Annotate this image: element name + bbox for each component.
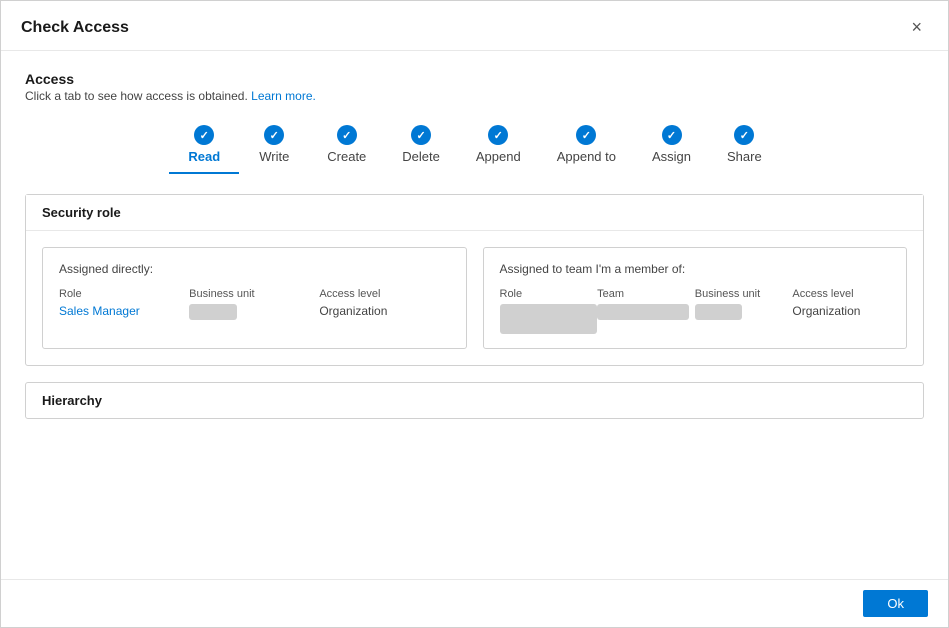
assigned-team-title: Assigned to team I'm a member of: [500, 262, 891, 276]
bu-value: can731 [189, 304, 236, 320]
col-bu: can731 [189, 304, 319, 320]
assigned-team-header: Role Team Business unit Access level [500, 288, 891, 300]
col-role: Sales Manager [59, 304, 189, 318]
tab-create[interactable]: Create [309, 119, 384, 174]
hierarchy-panel: Hierarchy [25, 382, 924, 419]
col-header-bu: Business unit [189, 288, 319, 300]
check-access-dialog: Check Access × Access Click a tab to see… [0, 0, 949, 628]
col-role-team: Common Data Servi... [500, 304, 598, 334]
assigned-team-card: Assigned to team I'm a member of: Role T… [483, 247, 908, 349]
tab-append-icon [488, 125, 508, 145]
tab-read[interactable]: Read [169, 119, 239, 174]
team-role-value: Common Data Servi... [500, 304, 598, 334]
learn-more-link[interactable]: Learn more. [251, 89, 316, 103]
tab-share-icon [734, 125, 754, 145]
table-row: Common Data Servi... test group team can… [500, 304, 891, 334]
col-header-team: Team [597, 288, 695, 300]
tab-delete[interactable]: Delete [384, 119, 458, 174]
tab-delete-icon [411, 125, 431, 145]
col-header-access-team: Access level [792, 288, 890, 300]
col-header-role-team: Role [500, 288, 598, 300]
ok-button[interactable]: Ok [863, 590, 928, 617]
assigned-team-table: Role Team Business unit Access level Com… [500, 288, 891, 334]
table-row: Sales Manager can731 Organization [59, 304, 450, 320]
tab-read-icon [194, 125, 214, 145]
team-bu-value: can731 [695, 304, 742, 320]
tab-share[interactable]: Share [709, 119, 780, 174]
assigned-directly-title: Assigned directly: [59, 262, 450, 276]
col-header-bu-team: Business unit [695, 288, 793, 300]
col-header-role: Role [59, 288, 189, 300]
dialog-title: Check Access [21, 19, 129, 37]
col-access-team: Organization [792, 304, 890, 318]
tab-assign-icon [662, 125, 682, 145]
close-button[interactable]: × [905, 15, 928, 40]
col-header-access: Access level [319, 288, 449, 300]
tab-append[interactable]: Append [458, 119, 539, 174]
tab-assign[interactable]: Assign [634, 119, 709, 174]
dialog-footer: Ok [1, 579, 948, 627]
col-access: Organization [319, 304, 449, 318]
access-subtitle: Click a tab to see how access is obtaine… [25, 89, 924, 103]
tab-append-to-icon [576, 125, 596, 145]
role-link[interactable]: Sales Manager [59, 304, 140, 318]
tab-write[interactable]: Write [239, 119, 309, 174]
dialog-body: Access Click a tab to see how access is … [1, 51, 948, 579]
access-title: Access [25, 71, 924, 87]
security-role-panel: Security role Assigned directly: Role Bu… [25, 194, 924, 366]
col-bu-team: can731 [695, 304, 793, 320]
tab-write-icon [264, 125, 284, 145]
col-team-name: test group team [597, 304, 695, 320]
tabs-container: Read Write Create Delete Append Append t… [25, 119, 924, 174]
assigned-directly-card: Assigned directly: Role Business unit Ac… [42, 247, 467, 349]
security-role-body: Assigned directly: Role Business unit Ac… [26, 231, 923, 365]
assigned-directly-header: Role Business unit Access level [59, 288, 450, 300]
assigned-directly-table: Role Business unit Access level Sales Ma… [59, 288, 450, 320]
tab-create-icon [337, 125, 357, 145]
security-role-header: Security role [26, 195, 923, 231]
tab-append-to[interactable]: Append to [539, 119, 634, 174]
dialog-header: Check Access × [1, 1, 948, 51]
team-name-value: test group team [597, 304, 688, 320]
hierarchy-header: Hierarchy [26, 383, 923, 418]
